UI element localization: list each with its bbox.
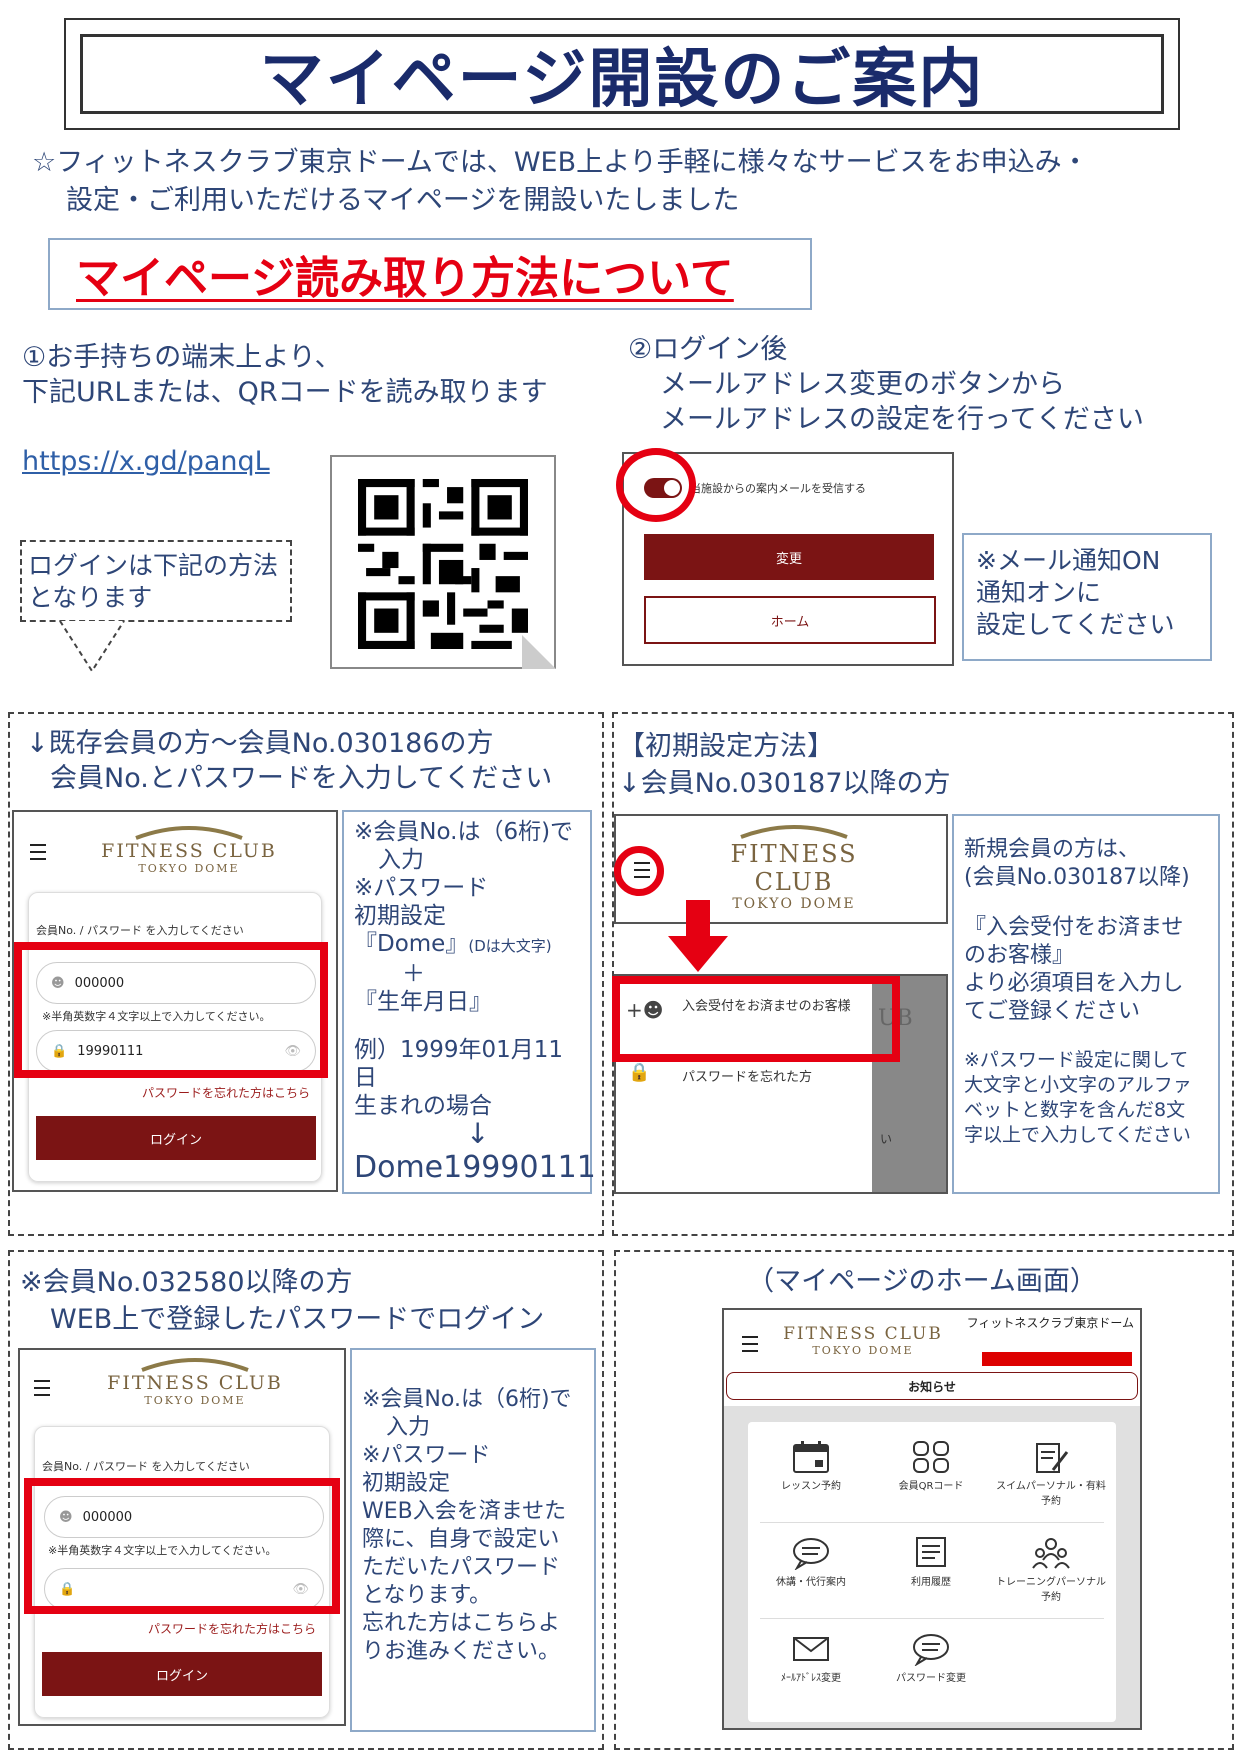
fitness-club-logo: FITNESS CLUB TOKYO DOME [694, 822, 894, 912]
page-title: マイページ開設のご案内 [259, 43, 985, 117]
email-change-item[interactable]: ﾒｰﾙｱﾄﾞﾚｽ変更 [752, 1632, 870, 1684]
lesson-booking-item[interactable]: レッスン予約 [752, 1440, 870, 1492]
lock-icon: 🔒 [628, 1062, 651, 1083]
later-note: ※会員No.は（6桁)で 入力 ※パスワード 初期設定 WEB入会を済ませた 際… [350, 1348, 596, 1732]
login-label: 会員No. / パスワード を入力してください [42, 1460, 250, 1473]
menu-icon[interactable] [30, 844, 46, 860]
toggle-label: 当施設からの案内メールを受信する [690, 482, 866, 495]
password-change-item[interactable]: パスワード変更 [872, 1632, 990, 1684]
redacted-bar [982, 1352, 1132, 1366]
class-cancel-item[interactable]: 休講・代行案内 [752, 1536, 870, 1588]
initial-header-mock: FITNESS CLUB TOKYO DOME [614, 814, 948, 924]
swim-personal-item[interactable]: スイムパーソナル・有料予約 [992, 1440, 1110, 1507]
chat-bubble-icon [793, 1538, 829, 1571]
section-heading: マイページ読み取り方法について [48, 238, 812, 310]
existing-note: ※会員No.は（6桁)で 入力 ※パスワード 初期設定 『Dome』(Dは大文字… [342, 810, 596, 1194]
forgot-password-link[interactable]: パスワードを忘れた方はこちら [148, 1620, 316, 1637]
usage-history-item[interactable]: 利用履歴 [872, 1536, 990, 1588]
menu-icon[interactable] [742, 1336, 758, 1352]
fitness-club-logo: FITNESS CLUB TOKYO DOME [100, 1356, 290, 1407]
change-button[interactable]: 変更 [644, 534, 934, 580]
qr-code [358, 479, 528, 649]
toggle-highlight-circle [616, 448, 696, 522]
login-label: 会員No. / パスワード を入力してください [36, 924, 244, 937]
bubble-tail [59, 621, 125, 673]
calendar-icon [793, 1441, 829, 1473]
step1-text: ①お手持ちの端末上より、 下記URLまたは、QRコードを読み取ります [22, 342, 548, 408]
menu-item-forgot-password[interactable]: パスワードを忘れた方 [682, 1066, 812, 1085]
later-heading: ※会員No.032580以降の方 WEB上で登録したパスワードでログイン [20, 1267, 545, 1335]
intro-text: ☆フィットネスクラブ東京ドームでは、WEB上より手軽に様々なサービスをお申込み・… [32, 147, 1089, 216]
envelope-icon [793, 1637, 829, 1661]
existing-heading: ↓既存会員の方〜会員No.030186の方 会員No.とパスワードを入力してくだ… [26, 728, 553, 794]
initial-heading: 【初期設定方法】 ↓会員No.030187以降の方 [618, 731, 951, 799]
login-button[interactable]: ログイン [36, 1116, 316, 1160]
member-qr-item[interactable]: 会員QRコード [872, 1440, 990, 1492]
club-name: フィットネスクラブ東京ドーム [966, 1316, 1134, 1330]
home-mock: FITNESS CLUB TOKYO DOME フィットネスクラブ東京ドーム お… [722, 1308, 1142, 1730]
page-curl [522, 635, 556, 669]
down-arrow [668, 900, 728, 972]
title-frame: マイページ開設のご案内 [64, 18, 1180, 130]
menu-item-highlight-box [612, 976, 900, 1062]
mypage-url-link[interactable]: https://x.gd/panqL [22, 446, 270, 477]
group-icon [1032, 1538, 1070, 1569]
notice-bar[interactable]: お知らせ [726, 1372, 1138, 1400]
initial-note: 新規会員の方は、 (会員No.030187以降) 『入会受付をお済ませ のお客様… [952, 814, 1220, 1194]
mail-note: ※メール通知ON 通知オンに 設定してください [962, 533, 1212, 661]
input-highlight-box [14, 942, 328, 1078]
fitness-club-logo: FITNESS CLUB TOKYO DOME [783, 1324, 943, 1357]
forgot-password-link[interactable]: パスワードを忘れた方はこちら [142, 1084, 310, 1101]
edit-document-icon [1036, 1443, 1069, 1473]
login-button[interactable]: ログイン [42, 1652, 322, 1696]
history-list-icon [916, 1537, 946, 1567]
login-method-bubble: ログインは下記の方法 となります [20, 540, 292, 622]
step2-text: ②ログイン後 メールアドレス変更のボタンから メールアドレスの設定を行ってくださ… [628, 334, 1144, 435]
menu-icon[interactable] [34, 1380, 50, 1396]
menu-highlight-circle [614, 846, 664, 896]
home-button[interactable]: ホーム [644, 596, 936, 644]
training-personal-item[interactable]: トレーニングパーソナル予約 [992, 1536, 1110, 1603]
chat-bubble-icon [913, 1634, 949, 1667]
home-heading: （マイページのホーム画面） [747, 1266, 1097, 1297]
input-highlight-box [24, 1478, 340, 1614]
qr-icon [913, 1441, 949, 1473]
home-menu-grid: レッスン予約 会員QRコード スイムパーソナル・有料予約 休講・代行案内 利用履… [748, 1422, 1116, 1722]
qr-code-card[interactable] [330, 455, 556, 669]
fitness-club-logo: FITNESS CLUB TOKYO DOME [94, 824, 284, 875]
